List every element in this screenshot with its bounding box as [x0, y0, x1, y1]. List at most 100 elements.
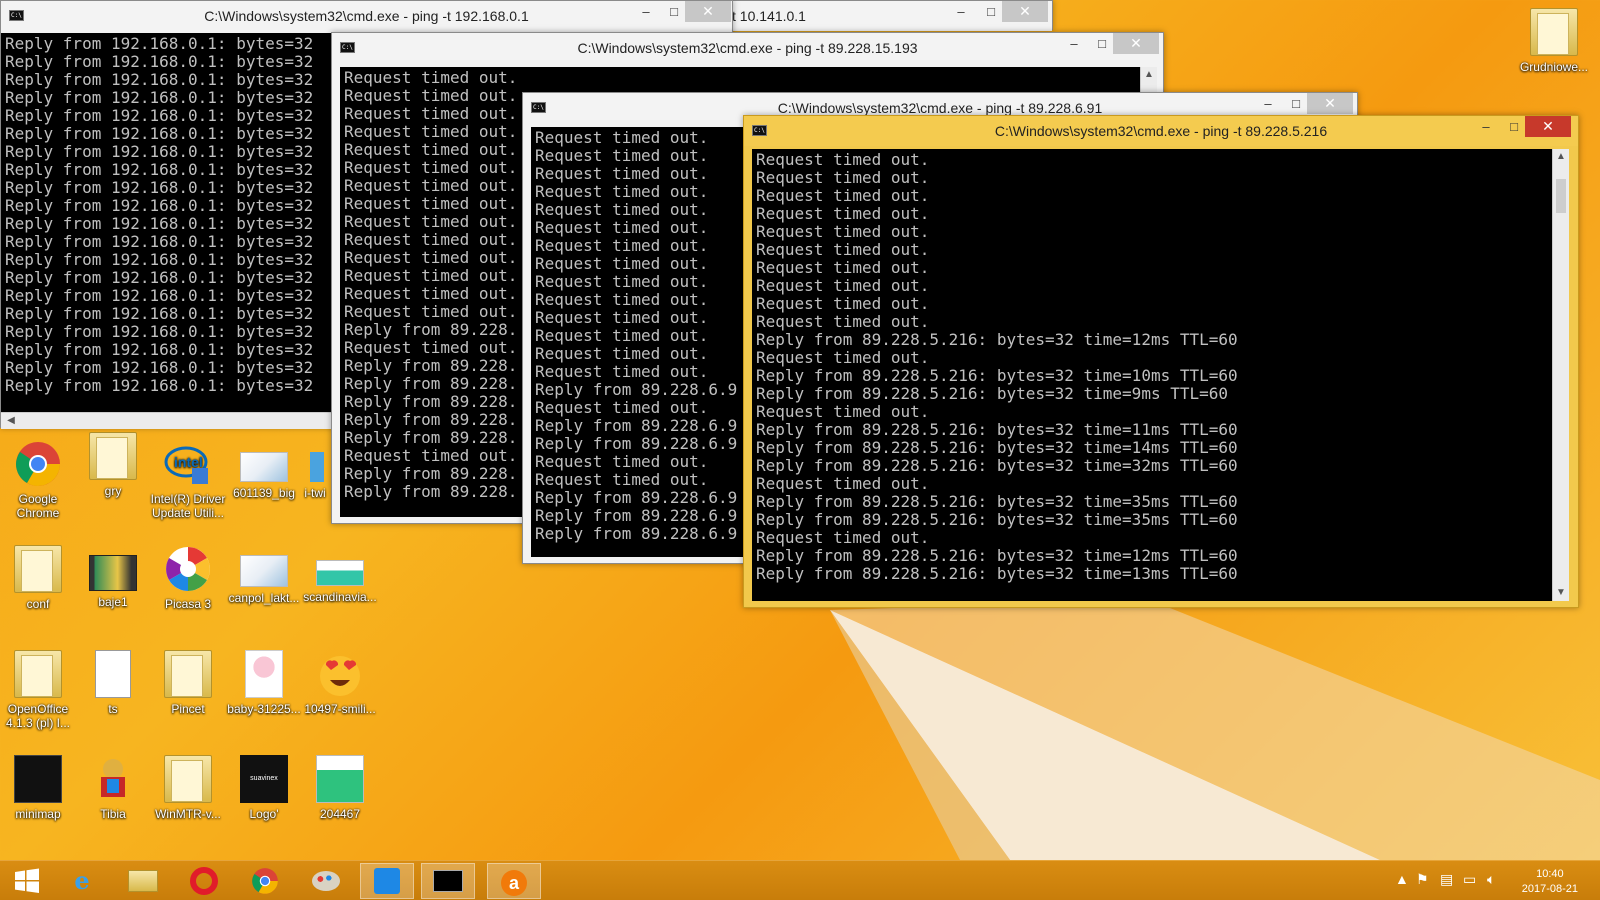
desktop-icon-label: baje1	[98, 595, 128, 609]
console-line: Request timed out.	[756, 222, 930, 241]
desktop-icon-ts[interactable]: ts	[75, 650, 151, 716]
console-line: Request timed out.	[756, 150, 930, 169]
scroll-down-arrow-icon[interactable]: ▼	[1553, 585, 1569, 601]
console-line: Reply from 89.228.5.216: bytes=32 time=1…	[756, 420, 1238, 439]
desktop-icon-label: Intel(R) Driver Update Utili...	[150, 492, 226, 520]
desktop-icon-canpol[interactable]: canpol_lakt...	[226, 555, 302, 605]
desktop-icon-openoffice[interactable]: OpenOffice 4.1.3 (pl) I...	[0, 650, 76, 730]
folder-dark-icon	[14, 755, 62, 803]
desktop-icon-picasa[interactable]: Picasa 3	[150, 545, 226, 611]
desktop-icon-smili[interactable]: 10497-smili...	[302, 650, 378, 716]
desktop-icon-grudniowe[interactable]: Grudniowe...	[1516, 8, 1592, 74]
console-line: Request timed out.	[756, 186, 930, 205]
desktop-icon-gry[interactable]: gry	[75, 432, 151, 498]
folder-icon	[1530, 8, 1578, 56]
desktop-icon-logo[interactable]: suavinex Logo'	[226, 755, 302, 821]
avast-icon[interactable]: a	[487, 863, 541, 899]
console-line: Reply from 89.228.5.216: bytes=32 time=1…	[756, 438, 1238, 457]
scroll-left-arrow-icon[interactable]: ◀	[3, 413, 19, 429]
taskbar: e a ▲ ⚑ ▤ ▭ 🔈︎ 10:40 2017-08-21	[0, 860, 1600, 900]
desktop-icon-label: Google Chrome	[16, 492, 60, 520]
desktop-icon-label: Pincet	[171, 702, 205, 716]
desktop-icon-intel[interactable]: intel Intel(R) Driver Update Utili...	[150, 440, 226, 520]
minimize-button[interactable]: –	[1253, 93, 1283, 114]
desktop-icon-i-twi[interactable]: i-twi	[280, 452, 330, 500]
folder-icon	[89, 432, 137, 480]
scroll-thumb[interactable]	[1556, 179, 1566, 213]
desktop-icon-google-chrome[interactable]: Google Chrome	[0, 440, 76, 520]
desktop-icon-label: Grudniowe...	[1519, 60, 1589, 74]
ie-icon[interactable]: e	[55, 863, 109, 899]
folder-icon	[14, 650, 62, 698]
desktop-icon-label: Picasa 3	[164, 597, 212, 611]
folder-icon	[164, 755, 212, 803]
network-icon[interactable]: ▤	[1440, 871, 1453, 888]
title-bar[interactable]: t 10.141.0.1 – □ ✕	[726, 1, 1052, 31]
smiley-icon	[316, 650, 364, 698]
console-line: Request timed out.	[756, 240, 930, 259]
desktop-icon-tibia[interactable]: Tibia	[75, 755, 151, 821]
desktop-icon-label: i-twi	[304, 486, 326, 500]
minimize-button[interactable]: –	[946, 1, 976, 22]
console-output[interactable]: Request timed out. Request timed out. Requ…	[752, 149, 1552, 601]
start-button[interactable]	[0, 863, 54, 899]
clock[interactable]: 10:40 2017-08-21	[1522, 867, 1578, 897]
desktop-icon-label: ts	[108, 702, 118, 716]
console-line: Reply from 89.228.5.216: bytes=32 time=1…	[756, 564, 1238, 583]
desktop-icon-label: WinMTR-v...	[155, 807, 221, 821]
logo-image-icon: suavinex	[240, 755, 288, 803]
pwsafe-icon[interactable]	[360, 863, 414, 899]
desktop-icon-scandinavia[interactable]: scandinavia...	[302, 560, 378, 604]
desktop-icon-pincet[interactable]: Pincet	[150, 650, 226, 716]
desktop-icon-label: Logo'	[249, 807, 279, 821]
show-hidden-icons-icon[interactable]: ▲	[1395, 871, 1409, 887]
console-line: Reply from 89.228.5.216: bytes=32 time=1…	[756, 366, 1238, 385]
desktop-icon-204467[interactable]: 204467	[302, 755, 378, 821]
power-icon[interactable]: ▭	[1463, 871, 1476, 888]
desktop-icon-baby[interactable]: baby-31225...	[226, 650, 302, 716]
title-bar[interactable]: C:\ C:\Windows\system32\cmd.exe - ping -…	[744, 116, 1578, 146]
volume-icon[interactable]: 🔈︎	[1487, 871, 1495, 888]
opera-icon[interactable]	[177, 863, 231, 899]
desktop-icon-label: Tibia	[100, 807, 126, 821]
console-line: Reply from 89.228.5.216: bytes=32 time=3…	[756, 456, 1238, 475]
close-button[interactable]: ✕	[685, 1, 731, 22]
desktop-icon-baje1[interactable]: baje1	[75, 555, 151, 609]
folder-icon	[14, 545, 62, 593]
console-line: Request timed out.	[756, 474, 930, 493]
explorer-icon[interactable]	[116, 863, 170, 899]
vertical-scrollbar[interactable]: ▲ ▼	[1552, 149, 1569, 601]
picasa-icon	[164, 545, 212, 593]
cmd-window-10-141-0-1[interactable]: t 10.141.0.1 – □ ✕	[725, 0, 1053, 31]
minimize-button[interactable]: –	[631, 1, 661, 22]
scroll-up-arrow-icon[interactable]: ▲	[1553, 149, 1569, 165]
cmd-window-89-228-5-216[interactable]: C:\ C:\Windows\system32\cmd.exe - ping -…	[743, 115, 1579, 608]
folder-icon	[164, 650, 212, 698]
title-bar[interactable]: C:\ C:\Windows\system32\cmd.exe - ping -…	[1, 1, 732, 31]
minimize-button[interactable]: –	[1471, 116, 1501, 137]
desktop-icon-label: conf	[26, 597, 50, 611]
app-icon	[310, 452, 324, 482]
flag-icon[interactable]: ⚑	[1416, 871, 1429, 888]
desktop-icon-label: baby-31225...	[227, 702, 301, 716]
desktop-icon-conf[interactable]: conf	[0, 545, 76, 611]
window-title: C:\Windows\system32\cmd.exe - ping -t 89…	[577, 40, 918, 56]
console-line: Request timed out.	[756, 204, 930, 223]
close-button[interactable]: ✕	[1525, 116, 1571, 137]
close-button[interactable]: ✕	[1002, 1, 1048, 22]
desktop-icon-label: 204467	[319, 807, 361, 821]
scroll-up-arrow-icon[interactable]: ▲	[1141, 67, 1157, 83]
minimize-button[interactable]: –	[1059, 33, 1089, 54]
desktop-icon-winmtr[interactable]: WinMTR-v...	[150, 755, 226, 821]
svg-text:intel: intel	[174, 454, 203, 470]
paint-icon[interactable]	[299, 863, 353, 899]
desktop-icon-label: gry	[104, 484, 122, 498]
close-button[interactable]: ✕	[1307, 93, 1353, 114]
close-button[interactable]: ✕	[1113, 33, 1159, 54]
windows-logo-icon	[15, 868, 39, 893]
title-bar[interactable]: C:\ C:\Windows\system32\cmd.exe - ping -…	[332, 33, 1163, 63]
clock-time: 10:40	[1536, 868, 1564, 880]
cmd-taskbar-button[interactable]	[421, 863, 475, 899]
chrome-icon[interactable]	[238, 863, 292, 899]
desktop-icon-minimap[interactable]: minimap	[0, 755, 76, 821]
